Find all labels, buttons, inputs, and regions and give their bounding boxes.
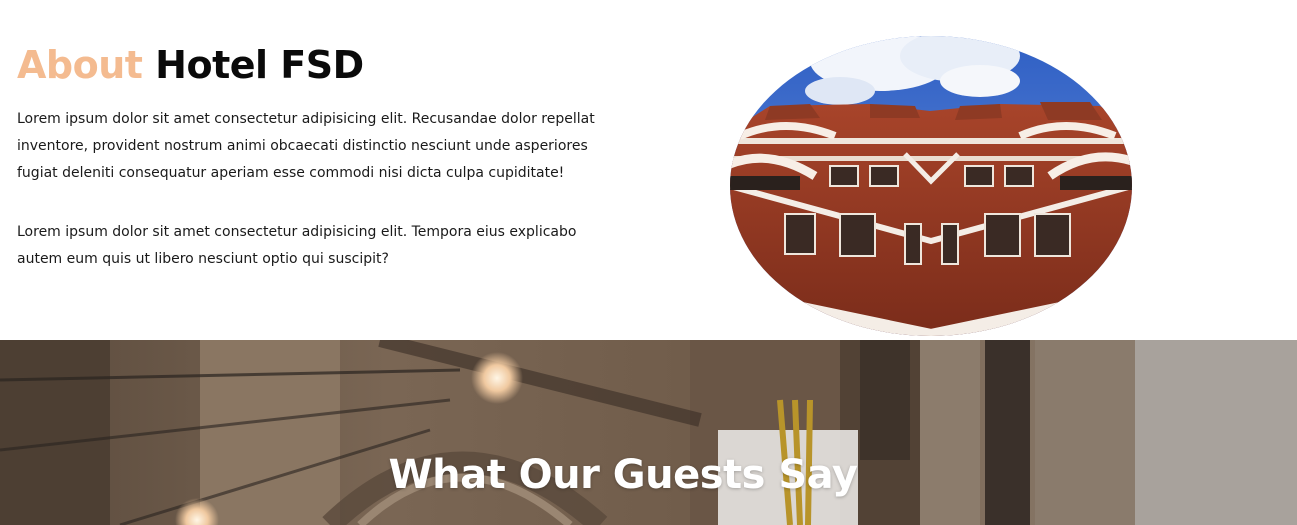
about-heading-accent: About: [17, 43, 143, 87]
about-heading: About Hotel FSD: [17, 40, 364, 90]
about-section: About Hotel FSD Lorem ipsum dolor sit am…: [0, 0, 1297, 340]
hotel-building-photo: [730, 36, 1132, 336]
testimonials-heading: What Our Guests Say: [388, 452, 858, 498]
about-heading-hotel-name: Hotel FSD: [155, 43, 364, 87]
testimonials-section: What Our Guests Say: [0, 340, 1297, 525]
about-paragraph-2: Lorem ipsum dolor sit amet consectetur a…: [17, 224, 577, 267]
about-paragraph-1: Lorem ipsum dolor sit amet consectetur a…: [17, 111, 595, 181]
